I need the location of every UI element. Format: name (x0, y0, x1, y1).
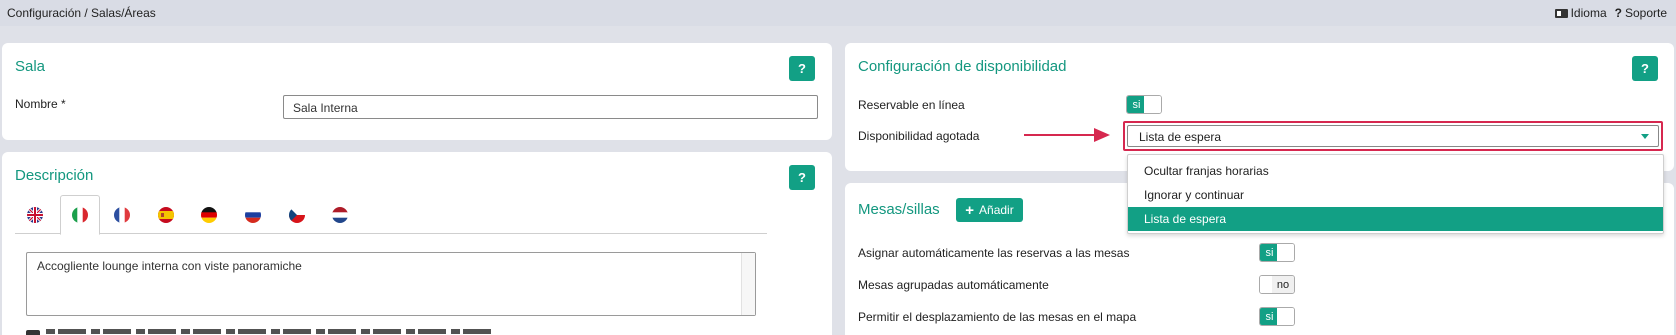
germany-flag-icon (201, 206, 217, 223)
add-table-button[interactable]: + Añadir (956, 198, 1023, 222)
id-card-icon (1554, 8, 1568, 18)
help-label: ? (798, 170, 806, 185)
grouped-tables-toggle[interactable]: no (1259, 275, 1295, 294)
tab-german[interactable] (189, 195, 229, 234)
question-icon: ? (1614, 6, 1622, 20)
name-input[interactable]: Sala Interna (283, 95, 818, 119)
cut-off-text (46, 329, 496, 334)
top-bar: Configuración / Salas/Áreas Idioma ? Sop… (0, 0, 1676, 26)
italy-flag-icon (72, 207, 88, 223)
reservable-toggle[interactable]: si (1126, 95, 1162, 114)
highlight-box: Lista de espera (1123, 121, 1663, 151)
tab-english[interactable] (15, 195, 55, 234)
dropdown-option[interactable]: Ocultar franjas horarias (1128, 159, 1663, 183)
tab-dutch[interactable] (320, 195, 360, 234)
agotada-select[interactable]: Lista de espera (1127, 125, 1659, 147)
mesas-title: Mesas/sillas (858, 201, 940, 218)
chevron-down-icon (1641, 134, 1649, 139)
breadcrumb: Configuración / Salas/Áreas (7, 6, 156, 20)
support-label: Soporte (1624, 6, 1667, 20)
uk-flag-icon (27, 206, 43, 223)
mesas-row-label: Mesas agrupadas automáticamente (858, 278, 1049, 292)
tab-czech[interactable] (277, 195, 317, 234)
toggle-off-label: no (1272, 276, 1294, 293)
toggle-knob (1144, 96, 1161, 113)
textarea-scrollbar[interactable] (741, 253, 755, 315)
help-label: ? (798, 61, 806, 76)
agotada-label: Disponibilidad agotada (858, 129, 980, 143)
toggle-knob (1277, 308, 1294, 325)
support-link[interactable]: ? Soporte (1615, 6, 1667, 20)
france-flag-icon (114, 206, 130, 223)
description-text: Accogliente lounge interna con viste pan… (37, 259, 302, 273)
sala-title: Sala (15, 58, 46, 75)
descripcion-help-button[interactable]: ? (789, 165, 815, 190)
czech-flag-icon (289, 206, 305, 223)
mesas-row-label: Asignar automáticamente las reservas a l… (858, 246, 1130, 260)
help-label: ? (1641, 61, 1649, 76)
tab-french[interactable] (102, 195, 142, 234)
top-right-links: Idioma ? Soporte (1554, 6, 1667, 20)
sala-help-button[interactable]: ? (789, 56, 815, 81)
checkbox[interactable] (26, 330, 40, 335)
spain-flag-icon (158, 206, 174, 223)
name-label: Nombre * (15, 97, 66, 111)
plus-icon: + (965, 201, 975, 219)
toggle-knob (1277, 244, 1294, 261)
cut-off-row (26, 329, 496, 335)
agotada-dropdown-menu: Ocultar franjas horarias Ignorar y conti… (1127, 154, 1664, 234)
language-tabs (15, 195, 767, 235)
dropdown-option-selected[interactable]: Lista de espera (1128, 207, 1663, 231)
tab-spanish[interactable] (146, 195, 186, 234)
mesas-row-label: Permitir el desplazamiento de las mesas … (858, 310, 1137, 324)
disponibilidad-title: Configuración de disponibilidad (858, 58, 1067, 75)
sala-card (2, 43, 832, 140)
annotation-arrow-line (1024, 134, 1096, 136)
annotation-arrow-head (1094, 128, 1110, 142)
auto-assign-toggle[interactable]: si (1259, 243, 1295, 262)
tab-italian[interactable] (60, 195, 100, 235)
description-textarea[interactable]: Accogliente lounge interna con viste pan… (26, 252, 756, 316)
disponibilidad-help-button[interactable]: ? (1632, 56, 1658, 81)
tab-russian[interactable] (233, 195, 273, 234)
add-label: Añadir (979, 203, 1014, 217)
netherlands-flag-icon (332, 206, 348, 223)
language-label: Idioma (1570, 6, 1607, 20)
select-value: Lista de espera (1139, 130, 1222, 144)
dropdown-option[interactable]: Ignorar y continuar (1128, 183, 1663, 207)
reservable-label: Reservable en línea (858, 98, 965, 112)
language-link[interactable]: Idioma (1554, 6, 1607, 20)
descripcion-title: Descripción (15, 167, 94, 184)
move-tables-toggle[interactable]: si (1259, 307, 1295, 326)
russia-flag-icon (245, 206, 261, 223)
